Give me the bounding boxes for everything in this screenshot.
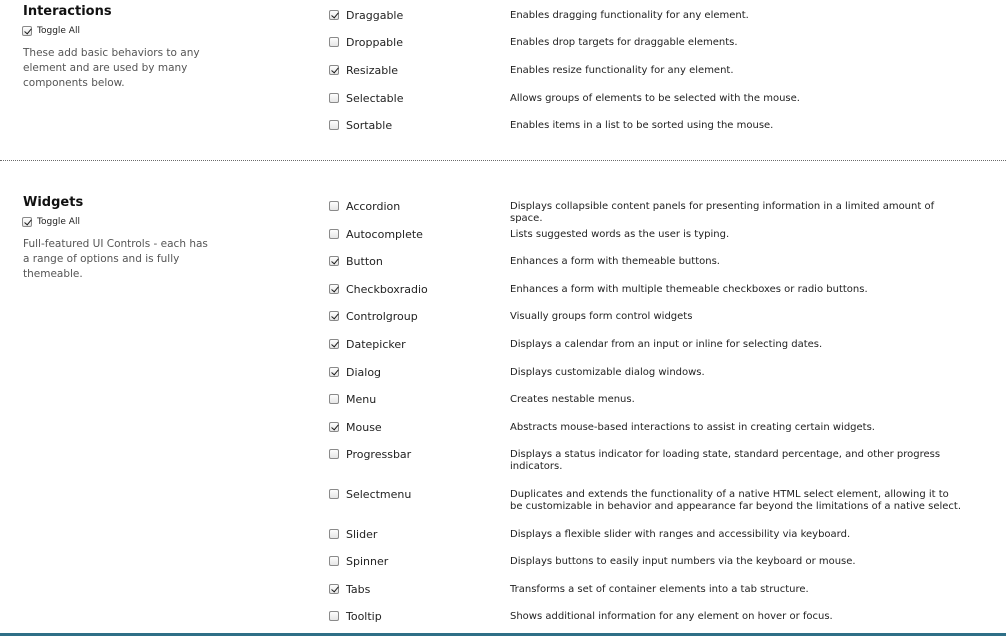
component-name[interactable]: Droppable xyxy=(346,36,403,50)
component-checkbox[interactable] xyxy=(329,584,339,594)
interactions-toggle-label: Toggle All xyxy=(37,26,80,36)
component-checkbox[interactable] xyxy=(329,339,339,349)
component-name[interactable]: Accordion xyxy=(346,200,400,214)
component-description: Displays a flexible slider with ranges a… xyxy=(510,529,851,540)
component-name[interactable]: Menu xyxy=(346,393,376,407)
component-description: Enhances a form with multiple themeable … xyxy=(510,284,868,295)
component-checkbox[interactable] xyxy=(329,120,339,130)
component-description: Displays buttons to easily input numbers… xyxy=(510,556,856,567)
component-description: Enables dragging functionality for any e… xyxy=(510,10,749,21)
component-checkbox[interactable] xyxy=(329,449,339,459)
component-description: Enables drop targets for draggable eleme… xyxy=(510,37,738,48)
component-name[interactable]: Button xyxy=(346,255,383,269)
component-checkbox[interactable] xyxy=(329,229,339,239)
component-description: Allows groups of elements to be selected… xyxy=(510,93,800,104)
component-description: Creates nestable menus. xyxy=(510,394,635,405)
component-name[interactable]: Spinner xyxy=(346,555,388,569)
component-name[interactable]: Checkboxradio xyxy=(346,283,428,297)
interactions-toggle-checkbox[interactable] xyxy=(22,26,32,36)
component-checkbox[interactable] xyxy=(329,367,339,377)
component-name[interactable]: Selectable xyxy=(346,92,403,106)
component-checkbox[interactable] xyxy=(329,556,339,566)
component-checkbox[interactable] xyxy=(329,37,339,47)
component-checkbox[interactable] xyxy=(329,489,339,499)
component-description: Enables resize functionality for any ele… xyxy=(510,65,734,76)
interactions-title: Interactions xyxy=(23,4,112,19)
component-checkbox[interactable] xyxy=(329,422,339,432)
component-description: Enables items in a list to be sorted usi… xyxy=(510,120,774,131)
component-name[interactable]: Autocomplete xyxy=(346,228,423,242)
component-description: Transforms a set of container elements i… xyxy=(510,584,809,595)
component-name[interactable]: Selectmenu xyxy=(346,488,411,502)
component-checkbox[interactable] xyxy=(329,201,339,211)
component-description: Duplicates and extends the functionality… xyxy=(510,489,962,512)
component-checkbox[interactable] xyxy=(329,611,339,621)
component-description: Displays a status indicator for loading … xyxy=(510,449,941,472)
component-name[interactable]: Resizable xyxy=(346,64,398,78)
widgets-toggle-all[interactable]: Toggle All xyxy=(22,216,80,228)
interactions-description: These add basic behaviors to any element… xyxy=(23,47,200,89)
component-name[interactable]: Progressbar xyxy=(346,448,411,462)
component-name[interactable]: Tooltip xyxy=(346,610,382,624)
component-name[interactable]: Datepicker xyxy=(346,338,406,352)
widgets-toggle-checkbox[interactable] xyxy=(22,217,32,227)
component-description: Lists suggested words as the user is typ… xyxy=(510,229,730,240)
component-description: Displays a calendar from an input or inl… xyxy=(510,339,823,350)
component-description: Displays collapsible content panels for … xyxy=(510,201,935,224)
widgets-toggle-label: Toggle All xyxy=(37,217,80,227)
component-checkbox[interactable] xyxy=(329,311,339,321)
widgets-title: Widgets xyxy=(23,195,84,210)
widgets-description: Full-featured UI Controls - each has a r… xyxy=(23,238,208,280)
component-description: Shows additional information for any ele… xyxy=(510,611,833,622)
component-name[interactable]: Mouse xyxy=(346,421,382,435)
interactions-toggle-all[interactable]: Toggle All xyxy=(22,25,80,37)
component-name[interactable]: Tabs xyxy=(346,583,370,597)
component-name[interactable]: Draggable xyxy=(346,9,403,23)
component-checkbox[interactable] xyxy=(329,256,339,266)
component-checkbox[interactable] xyxy=(329,10,339,20)
component-checkbox[interactable] xyxy=(329,93,339,103)
component-name[interactable]: Slider xyxy=(346,528,377,542)
component-checkbox[interactable] xyxy=(329,65,339,75)
component-checkbox[interactable] xyxy=(329,284,339,294)
component-description: Abstracts mouse-based interactions to as… xyxy=(510,422,875,433)
component-name[interactable]: Controlgroup xyxy=(346,310,418,324)
component-checkbox[interactable] xyxy=(329,394,339,404)
component-name[interactable]: Sortable xyxy=(346,119,392,133)
component-description: Visually groups form control widgets xyxy=(510,311,693,322)
component-description: Enhances a form with themeable buttons. xyxy=(510,256,720,267)
component-description: Displays customizable dialog windows. xyxy=(510,367,705,378)
component-checkbox[interactable] xyxy=(329,529,339,539)
component-name[interactable]: Dialog xyxy=(346,366,381,380)
section-divider xyxy=(0,160,1006,161)
